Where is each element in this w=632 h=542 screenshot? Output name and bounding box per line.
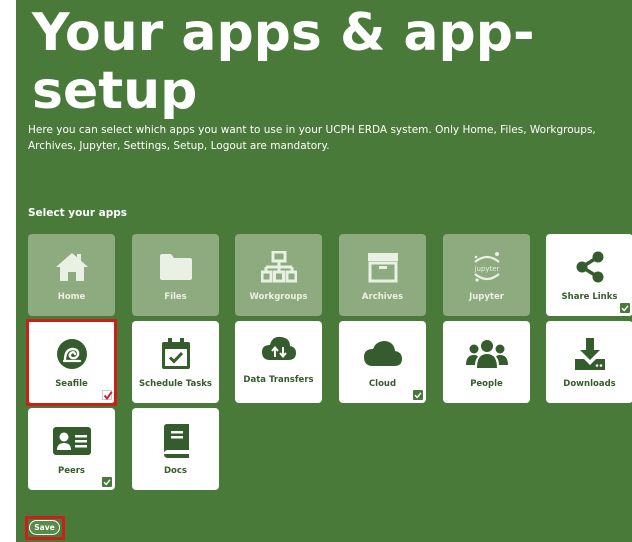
enabled-checkbox[interactable] [413, 390, 423, 400]
app-tile-docs[interactable]: Docs [132, 408, 219, 490]
enabled-checkbox[interactable] [102, 390, 113, 400]
app-label: Data Transfers [243, 375, 314, 385]
app-label: Files [164, 292, 187, 302]
app-tile-seafile[interactable]: Seafile [28, 321, 115, 403]
sitemap-icon [235, 248, 322, 286]
app-setup-panel: Your apps & app-setup Here you can selec… [16, 0, 632, 542]
app-tile-peers[interactable]: Peers [28, 408, 115, 490]
share-icon [546, 248, 632, 286]
app-tile-archives[interactable]: Archives [339, 234, 426, 316]
app-label: Schedule Tasks [139, 379, 212, 389]
jupyter-logo-icon: jupyter [443, 248, 530, 286]
id-card-icon [28, 422, 115, 460]
app-label: Docs [164, 466, 187, 476]
seafile-icon [28, 335, 115, 373]
app-tile-share-links[interactable]: Share Links [546, 234, 632, 316]
app-label: Archives [361, 292, 404, 302]
save-button[interactable]: Save [29, 520, 60, 535]
enabled-checkbox[interactable] [102, 477, 112, 487]
folder-icon [132, 248, 219, 286]
page-title: Your apps & app-setup [32, 3, 535, 121]
cloud-icon [339, 335, 426, 373]
app-tile-data-transfers[interactable]: Data Transfers [235, 321, 322, 403]
app-tile-people[interactable]: People [443, 321, 530, 403]
app-label: Peers [57, 466, 85, 476]
app-label: Home [57, 292, 86, 302]
app-label: People [470, 379, 503, 389]
section-label: Select your apps [28, 207, 128, 219]
cloud-transfer-icon [235, 329, 322, 367]
download-icon [546, 335, 632, 373]
app-tile-cloud[interactable]: Cloud [339, 321, 426, 403]
calendar-check-icon [132, 335, 219, 373]
app-label: Jupyter [469, 292, 504, 302]
app-tile-schedule-tasks[interactable]: Schedule Tasks [132, 321, 219, 403]
app-label: Share Links [561, 292, 618, 302]
app-tile-workgroups[interactable]: Workgroups [235, 234, 322, 316]
app-label: Downloads [563, 379, 616, 389]
app-tile-files[interactable]: Files [132, 234, 219, 316]
app-label: Cloud [368, 379, 397, 389]
home-icon [28, 248, 115, 286]
svg-text:jupyter: jupyter [473, 265, 499, 273]
app-tile-downloads[interactable]: Downloads [546, 321, 632, 403]
archive-box-icon [339, 248, 426, 286]
people-icon [443, 335, 530, 373]
page-description: Here you can select which apps you want … [28, 124, 596, 152]
app-label: Workgroups [249, 292, 308, 302]
app-tile-home[interactable]: Home [28, 234, 115, 316]
app-tile-jupyter[interactable]: jupyter Jupyter [443, 234, 530, 316]
enabled-checkbox[interactable] [620, 303, 630, 313]
book-icon [132, 422, 219, 460]
app-label: Seafile [55, 379, 88, 389]
